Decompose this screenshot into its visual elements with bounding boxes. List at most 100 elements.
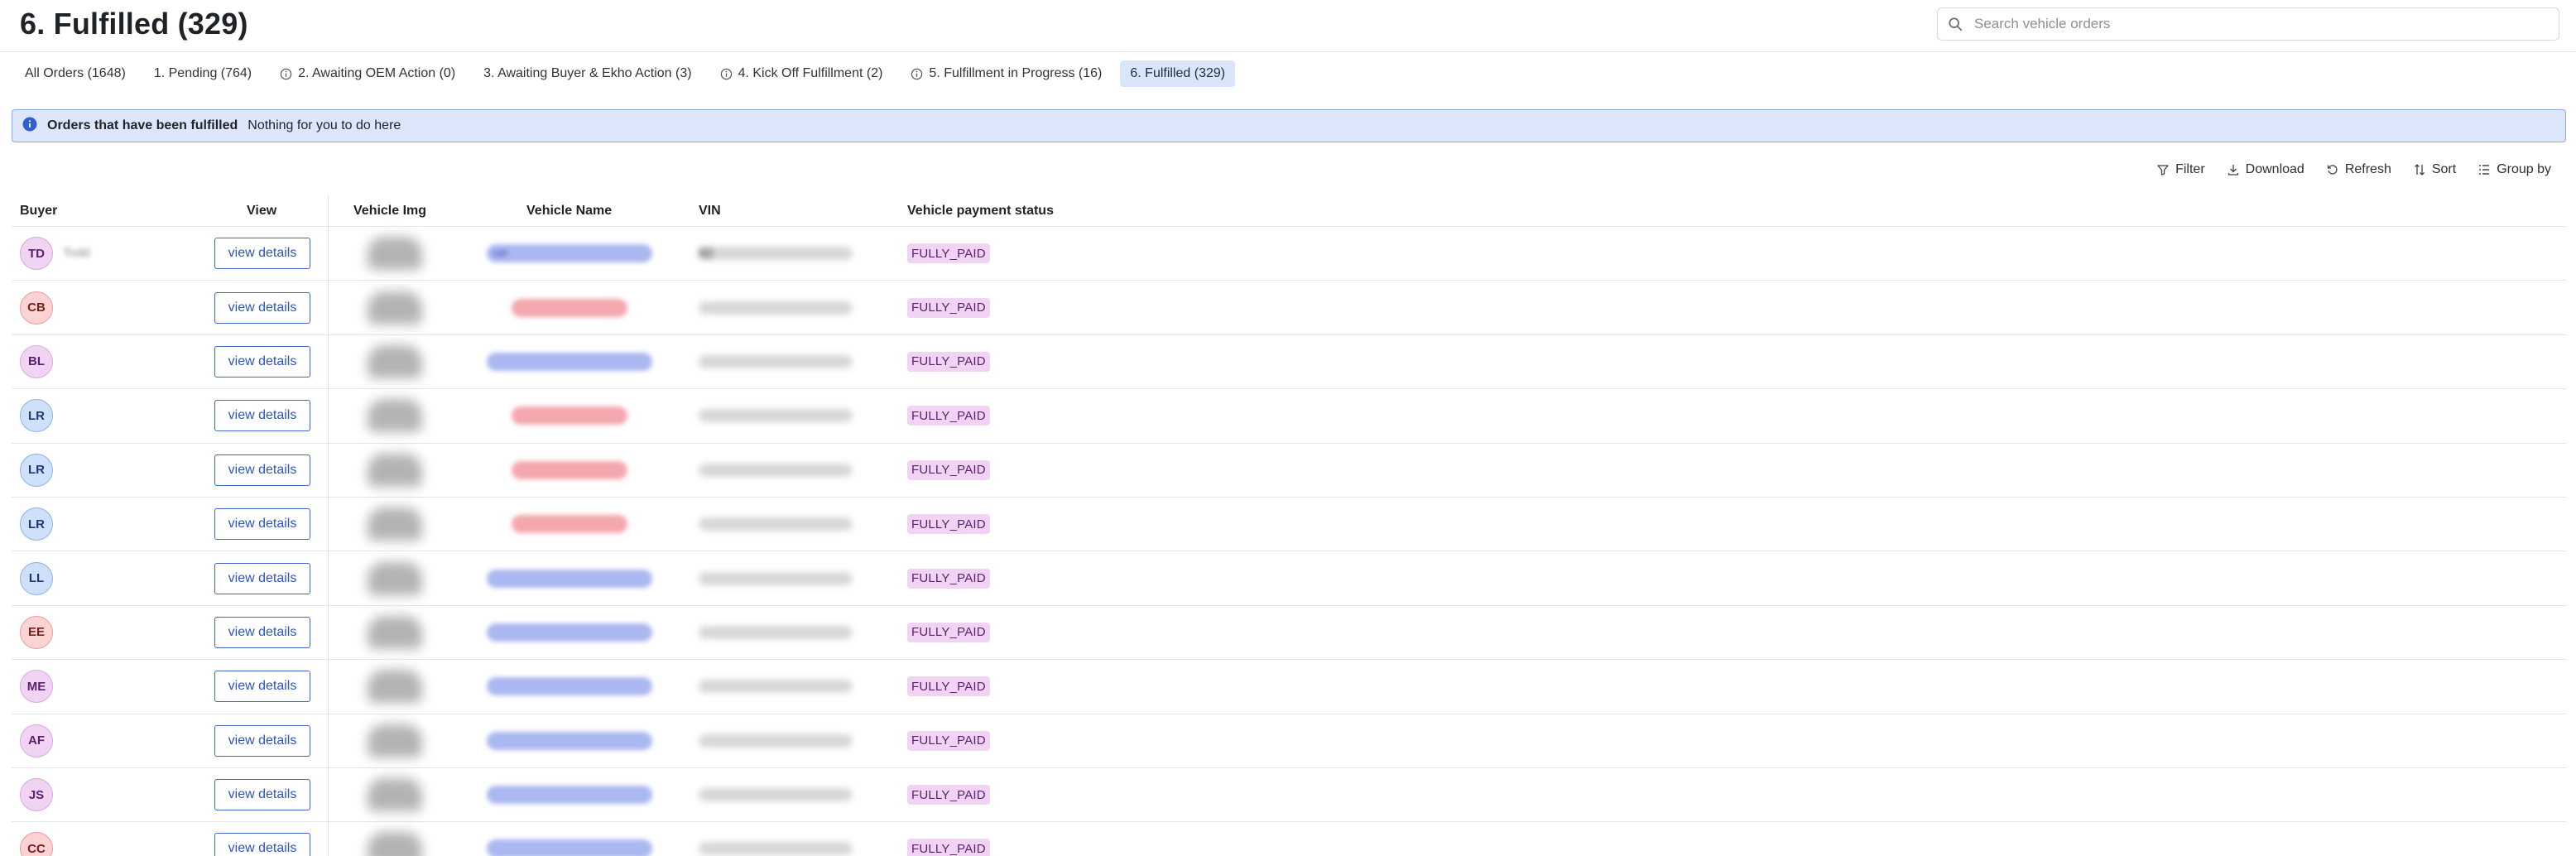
vin-redacted: [699, 842, 853, 856]
avatar: EE: [20, 615, 53, 649]
page-title: 6. Fulfilled (329): [20, 7, 248, 41]
view-details-button[interactable]: view details: [214, 238, 310, 270]
table-header: Buyer View Vehicle Img Vehicle Name VIN …: [12, 195, 2566, 227]
tab-fulfilled[interactable]: 6. Fulfilled (329): [1120, 60, 1236, 87]
table-row: LR view details FULLY_PAID: [12, 498, 2566, 552]
vehicle-image-redacted: [368, 615, 422, 649]
refresh-button[interactable]: Refresh: [2326, 162, 2391, 177]
tab-fulfillment-in-progress[interactable]: 5. Fulfillment in Progress (16): [901, 60, 1112, 87]
tab-all-orders[interactable]: All Orders (1648): [15, 60, 136, 87]
vehicle-image-redacted: [368, 778, 422, 812]
avatar: ME: [20, 670, 53, 704]
payment-status-badge: FULLY_PAID: [907, 622, 990, 642]
avatar: CB: [20, 291, 53, 325]
avatar: LR: [20, 507, 53, 541]
column-header-view[interactable]: View: [247, 204, 276, 219]
view-details-button[interactable]: view details: [214, 616, 310, 648]
column-header-vin[interactable]: VIN: [699, 204, 721, 219]
download-icon: [2228, 165, 2238, 176]
payment-status-badge: FULLY_PAID: [907, 243, 990, 264]
group-by-icon: [2479, 165, 2490, 175]
payment-status-badge: FULLY_PAID: [907, 406, 990, 426]
tab-pending[interactable]: 1. Pending (764): [144, 60, 262, 87]
info-banner: Orders that have been fulfilled Nothing …: [12, 109, 2566, 142]
vehicle-image-redacted: [368, 832, 422, 856]
vin-redacted: [699, 354, 853, 368]
column-header-vehicle-name[interactable]: Vehicle Name: [526, 204, 612, 219]
payment-status-badge: FULLY_PAID: [907, 568, 990, 589]
vin-redacted: [699, 625, 853, 639]
table-body: TD Todd view details HP 82 FULLY_PAID CB view d…: [12, 227, 2566, 856]
column-header-vehicle-img[interactable]: Vehicle Img: [353, 204, 426, 219]
vehicle-name-redacted: [487, 677, 652, 696]
vin-redacted: [699, 463, 853, 477]
vin-redacted: [699, 517, 853, 531]
payment-status-badge: FULLY_PAID: [907, 514, 990, 535]
view-details-button[interactable]: view details: [214, 345, 310, 378]
payment-status-badge: FULLY_PAID: [907, 297, 990, 318]
table-row: CB view details FULLY_PAID: [12, 281, 2566, 335]
tab-label: 1. Pending (764): [153, 66, 252, 80]
view-details-button[interactable]: view details: [214, 671, 310, 703]
filter-label: Filter: [2175, 162, 2205, 176]
avatar: LR: [20, 399, 53, 433]
vehicle-name-redacted: [487, 352, 652, 371]
vin-redacted: [699, 571, 853, 585]
filter-button[interactable]: Filter: [2156, 162, 2205, 177]
table-row: BL view details FULLY_PAID: [12, 335, 2566, 390]
avatar: LR: [20, 453, 53, 487]
column-header-buyer[interactable]: Buyer: [20, 204, 57, 219]
table-row: LR view details FULLY_PAID: [12, 389, 2566, 444]
vin-redacted: 82: [699, 247, 853, 261]
payment-status-badge: FULLY_PAID: [907, 351, 990, 372]
tab-awaiting-oem[interactable]: 2. Awaiting OEM Action (0): [270, 60, 465, 87]
avatar: AF: [20, 724, 53, 757]
vehicle-name-redacted: [512, 298, 627, 317]
tab-label: 2. Awaiting OEM Action (0): [298, 66, 456, 80]
view-details-button[interactable]: view details: [214, 562, 310, 594]
vehicle-name-redacted: [487, 623, 652, 642]
vehicle-image-redacted: [368, 724, 422, 757]
vehicle-image-redacted: [368, 399, 422, 433]
group-by-button[interactable]: Group by: [2477, 162, 2551, 177]
payment-status-badge: FULLY_PAID: [907, 839, 990, 856]
vehicle-image-redacted: [368, 453, 422, 487]
view-details-button[interactable]: view details: [214, 291, 310, 324]
payment-status-badge: FULLY_PAID: [907, 785, 990, 806]
table-row: AF view details FULLY_PAID: [12, 714, 2566, 768]
search-box[interactable]: [1937, 7, 2559, 41]
download-button[interactable]: Download: [2227, 162, 2304, 177]
payment-status-badge: FULLY_PAID: [907, 459, 990, 480]
column-header-payment-status[interactable]: Vehicle payment status: [907, 204, 1054, 219]
view-details-button[interactable]: view details: [214, 724, 310, 757]
search-input[interactable]: [1974, 16, 2521, 32]
vin-redacted: [699, 301, 853, 315]
search-icon: [1949, 17, 1963, 31]
payment-status-badge: FULLY_PAID: [907, 676, 990, 697]
table-row: LR view details FULLY_PAID: [12, 444, 2566, 498]
sort-button[interactable]: Sort: [2413, 162, 2456, 177]
vehicle-image-redacted: [368, 507, 422, 541]
view-details-button[interactable]: view details: [214, 508, 310, 541]
table-row: ME view details FULLY_PAID: [12, 660, 2566, 714]
tab-label: 4. Kick Off Fulfillment (2): [738, 66, 883, 80]
view-details-button[interactable]: view details: [214, 833, 310, 856]
header-divider: [0, 51, 2576, 52]
vehicle-image-redacted: [368, 561, 422, 595]
group-by-label: Group by: [2497, 162, 2551, 176]
table-toolbar: Filter Download Refresh Sort Group by: [2135, 162, 2551, 177]
payment-status-badge: FULLY_PAID: [907, 730, 990, 751]
sort-icon: [2414, 164, 2425, 176]
vin-redacted: [699, 409, 853, 423]
banner-title: Orders that have been fulfilled: [47, 118, 238, 132]
view-details-button[interactable]: view details: [214, 400, 310, 432]
table-row: TD Todd view details HP 82 FULLY_PAID: [12, 227, 2566, 281]
view-details-button[interactable]: view details: [214, 454, 310, 486]
tab-kick-off-fulfillment[interactable]: 4. Kick Off Fulfillment (2): [710, 60, 893, 87]
vin-redacted: [699, 788, 853, 802]
banner-message: Nothing for you to do here: [248, 118, 401, 132]
tab-awaiting-buyer-ekho[interactable]: 3. Awaiting Buyer & Ekho Action (3): [473, 60, 701, 87]
tab-label: 3. Awaiting Buyer & Ekho Action (3): [483, 66, 692, 80]
view-details-button[interactable]: view details: [214, 779, 310, 811]
refresh-icon: [2327, 165, 2338, 175]
